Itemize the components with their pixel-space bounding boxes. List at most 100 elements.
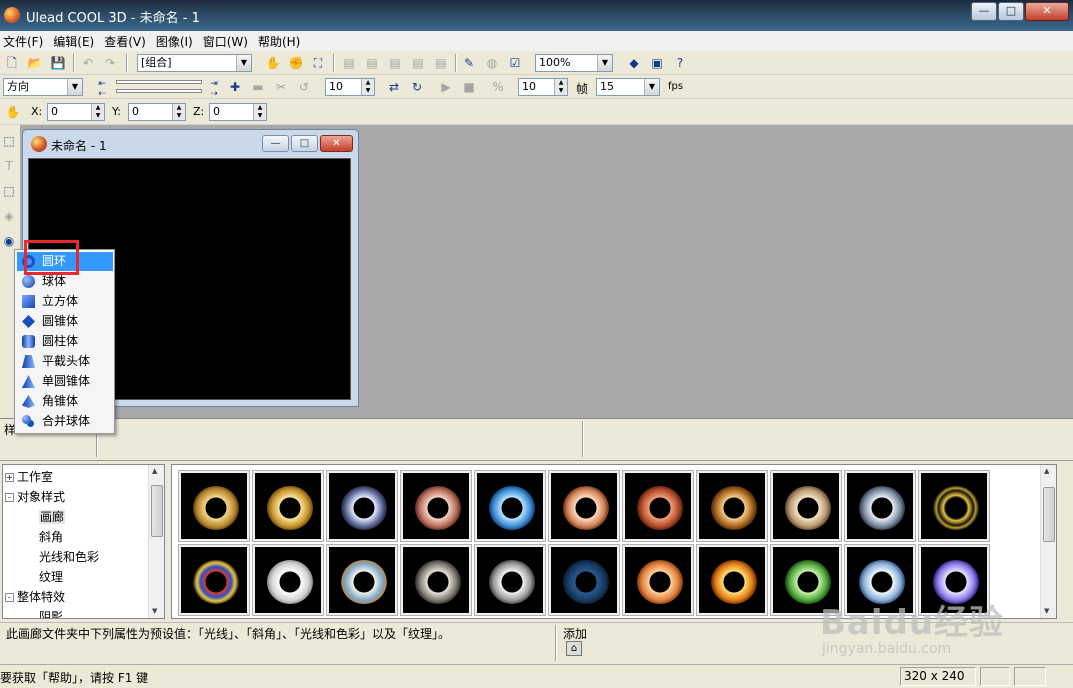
scroll-thumb[interactable]	[1043, 487, 1055, 542]
preset-thumbnail[interactable]	[918, 470, 990, 542]
spinner-icon[interactable]: ▲ ▼	[253, 104, 266, 120]
geometry-icon[interactable]: ◈	[1, 208, 17, 224]
tree-node-global-effects[interactable]: - 整体特效	[5, 587, 65, 607]
undo-icon[interactable]: ↶	[80, 55, 96, 71]
preset-thumbnail[interactable]	[548, 544, 620, 616]
maximize-button[interactable]: □	[998, 2, 1024, 21]
preset-thumbnail[interactable]	[474, 544, 546, 616]
preset-thumbnail[interactable]	[696, 470, 768, 542]
close-button[interactable]: ✕	[1025, 2, 1069, 21]
collapse-icon[interactable]: -	[5, 593, 14, 602]
loop-icon[interactable]: ⇄	[386, 79, 402, 95]
scroll-thumb[interactable]	[151, 485, 163, 537]
menu-item-cylinder[interactable]: 圆柱体	[17, 332, 113, 351]
layer-icon-5[interactable]: ▤	[433, 55, 449, 71]
doc-minimize-button[interactable]: —	[262, 135, 289, 152]
new-file-icon[interactable]: 🗋	[4, 55, 20, 71]
pan-hand-icon[interactable]: ✋	[265, 55, 281, 71]
layer-icon-1[interactable]: ▤	[341, 55, 357, 71]
position-hand-icon[interactable]: ✋	[5, 104, 21, 120]
keyframe-field[interactable]: 10 ▲ ▼	[325, 78, 375, 96]
mode-select[interactable]: 方向 ▼	[3, 78, 83, 96]
stop-icon[interactable]: ■	[461, 79, 477, 95]
speed-field[interactable]: 10 ▲ ▼	[518, 78, 568, 96]
preset-thumbnail[interactable]	[696, 544, 768, 616]
menu-item-cube[interactable]: 立方体	[17, 292, 113, 311]
spinner-icon[interactable]: ▲ ▼	[554, 79, 567, 95]
save-icon[interactable]: 💾	[50, 55, 66, 71]
add-house-icon[interactable]: ⌂	[566, 641, 582, 656]
preset-thumbnail[interactable]	[252, 544, 324, 616]
remove-key-icon[interactable]: ▬	[250, 79, 266, 95]
menu-item-frustum[interactable]: 平截头体	[17, 352, 113, 371]
zoom-select[interactable]: 100% ▼	[535, 54, 613, 72]
transform-icon[interactable]: ⬚	[1, 183, 17, 199]
tree-node-gallery[interactable]: 画廊	[39, 507, 66, 527]
menu-item-single-cone[interactable]: 单圆锥体	[17, 372, 113, 391]
spinner-icon[interactable]: ▲ ▼	[172, 104, 185, 120]
menu-item-merged-sphere[interactable]: 合并球体	[17, 412, 113, 431]
menu-image[interactable]: 图像(I)	[153, 33, 200, 50]
preset-thumbnail[interactable]	[474, 470, 546, 542]
preset-thumbnail[interactable]	[770, 470, 842, 542]
tree-node-light-color[interactable]: 光线和色彩	[39, 547, 99, 567]
preset-thumbnail[interactable]	[400, 470, 472, 542]
menu-view[interactable]: 查看(V)	[101, 33, 153, 50]
doc-close-button[interactable]: ✕	[320, 135, 353, 152]
layer-icon-3[interactable]: ▤	[387, 55, 403, 71]
zoom-frame-icon[interactable]: ⛶	[310, 55, 326, 71]
preset-thumbnail[interactable]	[326, 470, 398, 542]
tree-node-studio[interactable]: + 工作室	[5, 467, 53, 487]
tree-node-bevel[interactable]: 斜角	[39, 527, 63, 547]
preset-thumbnail[interactable]	[326, 544, 398, 616]
layer-icon-4[interactable]: ▤	[410, 55, 426, 71]
doc-maximize-button[interactable]: □	[291, 135, 318, 152]
gallery-scrollbar[interactable]: ▲ ▼	[1040, 465, 1056, 618]
plugin-icon[interactable]: ◆	[626, 55, 642, 71]
preset-thumbnail[interactable]	[622, 544, 694, 616]
redo-icon[interactable]: ↷	[102, 55, 118, 71]
tree-node-texture[interactable]: 纹理	[39, 567, 63, 587]
preset-thumbnail[interactable]	[400, 544, 472, 616]
split-key-icon[interactable]: ✂	[273, 79, 289, 95]
spinner-icon[interactable]: ▲ ▼	[361, 79, 374, 95]
frames-select[interactable]: 15 ▼	[596, 78, 660, 96]
menu-item-cone[interactable]: 圆锥体	[17, 312, 113, 331]
tree-scrollbar[interactable]: ▲ ▼	[148, 465, 164, 618]
rotate-loop-icon[interactable]: ↻	[409, 79, 425, 95]
z-field[interactable]: 0 ▲ ▼	[209, 103, 267, 121]
preset-thumbnail[interactable]	[252, 470, 324, 542]
insert-shape-icon[interactable]: ◉	[1, 233, 17, 249]
globe-icon[interactable]: ◍	[484, 55, 500, 71]
tree-node-object-style[interactable]: - 对象样式	[5, 487, 65, 507]
preset-thumbnail[interactable]	[622, 470, 694, 542]
object-select[interactable]: [组合] ▼	[137, 54, 252, 72]
reverse-icon[interactable]: ↺	[296, 79, 312, 95]
menu-file[interactable]: 文件(F)	[0, 33, 50, 50]
select-object-icon[interactable]: ⬚	[1, 133, 17, 149]
preset-thumbnail[interactable]	[178, 470, 250, 542]
color-palette-icon[interactable]: ▣	[649, 55, 665, 71]
play-icon[interactable]: ▶	[438, 79, 454, 95]
spinner-icon[interactable]: ▲ ▼	[91, 104, 104, 120]
menu-help[interactable]: 帮助(H)	[255, 33, 307, 50]
edit-object-icon[interactable]: ✎	[461, 55, 477, 71]
collapse-icon[interactable]: -	[5, 493, 14, 502]
layer-icon-2[interactable]: ▤	[364, 55, 380, 71]
context-help-icon[interactable]: ?	[672, 55, 688, 71]
text-object-icon[interactable]: T	[1, 158, 17, 174]
menu-window[interactable]: 窗口(W)	[200, 33, 255, 50]
y-field[interactable]: 0 ▲ ▼	[128, 103, 186, 121]
fps-label[interactable]: fps	[668, 81, 683, 92]
menu-edit[interactable]: 编辑(E)	[50, 33, 101, 50]
rotate-hand-icon[interactable]: ✊	[288, 55, 304, 71]
timeline-slider[interactable]	[116, 80, 202, 84]
frame-slider[interactable]	[116, 89, 202, 93]
open-folder-icon[interactable]: 📂	[27, 55, 43, 71]
percent-icon[interactable]: %	[490, 79, 506, 95]
menu-item-pyramid[interactable]: 角锥体	[17, 392, 113, 411]
preview-checkbox-icon[interactable]: ☑	[507, 55, 523, 71]
x-field[interactable]: 0 ▲ ▼	[47, 103, 105, 121]
add-key-icon[interactable]: ✚	[227, 79, 243, 95]
minimize-button[interactable]: —	[971, 2, 997, 21]
